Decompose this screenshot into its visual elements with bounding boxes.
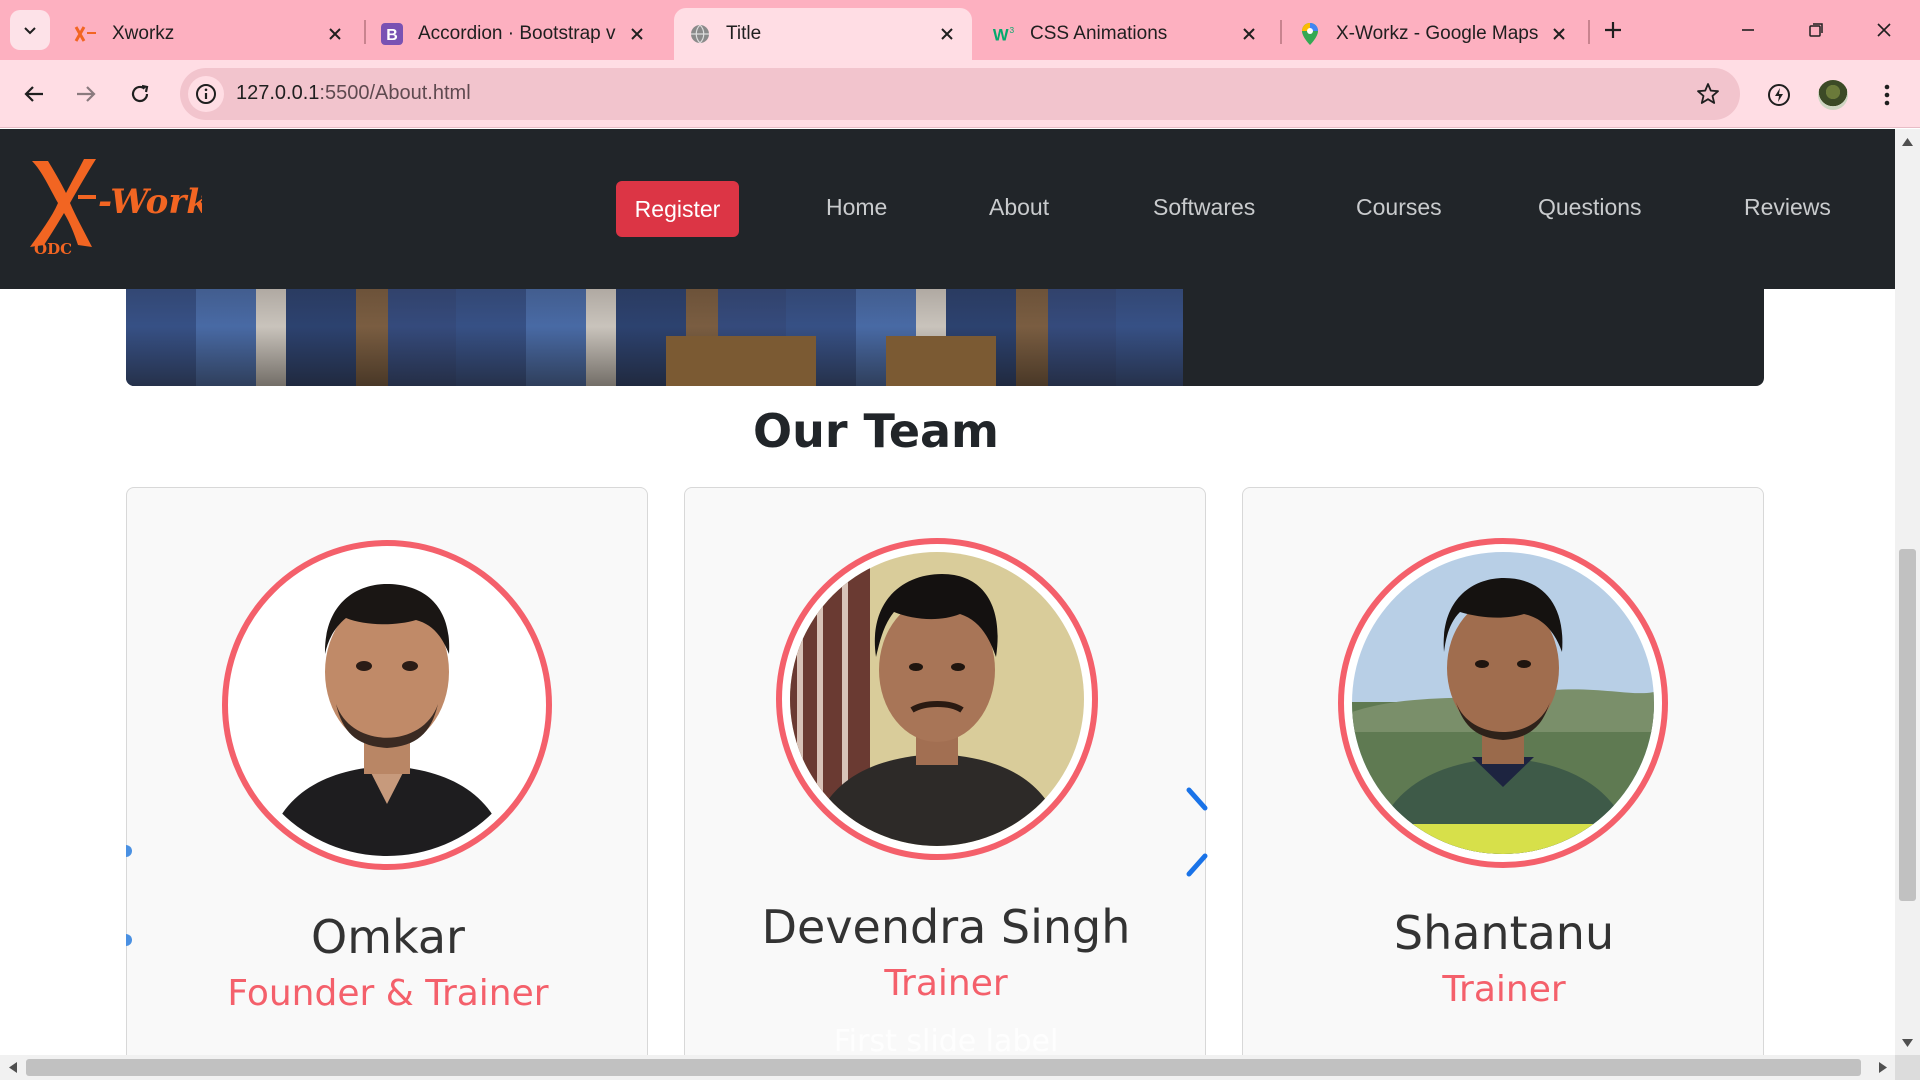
reload-icon [131,84,149,103]
url-path: :5500/About.html [319,82,471,104]
address-bar[interactable]: 127.0.0.1:5500/About.html [180,68,1740,120]
tab-bootstrap-accordion[interactable]: B Accordion · Bootstrap v5. [366,8,662,60]
performance-button[interactable] [1762,78,1796,112]
member-photo-frame [776,538,1098,860]
forward-button[interactable] [66,74,106,114]
member-photo-frame [1338,538,1668,868]
vertical-scroll-thumb[interactable] [1899,549,1916,901]
register-button[interactable]: Register [616,181,739,237]
scrollbar-corner [1895,1055,1920,1080]
vertical-scrollbar[interactable] [1895,129,1920,1055]
close-icon[interactable] [324,23,346,45]
horizontal-scrollbar[interactable] [0,1055,1895,1080]
carousel-next-icon[interactable] [1185,784,1209,880]
back-button[interactable] [14,74,54,114]
close-icon[interactable] [1238,23,1260,45]
member-photo-shantanu [1352,552,1654,854]
tab-css-animations[interactable]: W3 CSS Animations [978,8,1274,60]
tab-title: X-Workz - Google Maps [1336,23,1538,44]
nav-link-reviews[interactable]: Reviews [1744,194,1831,221]
bookmark-button[interactable] [1694,80,1722,108]
url-host: 127.0.0.1 [236,82,320,104]
section-heading-our-team: Our Team [753,404,999,458]
member-role: Trainer [884,963,1008,1004]
member-name: Omkar [311,910,465,964]
star-icon [1697,83,1719,104]
globe-icon [688,22,712,46]
restore-icon [1809,23,1823,37]
svg-text:B: B [386,27,398,44]
xworkz-logo[interactable]: -Workz ODC [22,151,230,261]
svg-text:3: 3 [1010,25,1015,35]
tab-title: Title [726,23,762,44]
nav-link-home[interactable]: Home [826,194,887,221]
member-role: Founder & Trainer [227,973,549,1014]
member-photo-frame [222,540,552,870]
member-name: Shantanu [1393,906,1615,960]
member-name: Devendra Singh [761,900,1131,954]
google-maps-favicon [1298,22,1322,46]
browser-toolbar: 127.0.0.1:5500/About.html [0,60,1920,128]
speed-icon [1768,84,1790,106]
tab-title: Xworkz [112,23,175,44]
tab-title: CSS Animations [1030,23,1168,44]
site-info-button[interactable] [188,76,224,112]
scroll-down-arrow-icon[interactable] [1901,1036,1914,1049]
team-card-omkar: Omkar Founder & Trainer [126,487,648,1055]
member-role: Trainer [1442,969,1566,1010]
close-icon [1877,23,1891,37]
close-icon[interactable] [1548,23,1570,45]
close-icon[interactable] [936,23,958,45]
nav-link-about[interactable]: About [989,194,1049,221]
xworkz-favicon [74,22,98,46]
tab-title-active[interactable]: Title [674,8,972,60]
scroll-left-arrow-icon[interactable] [6,1061,19,1074]
scroll-up-arrow-icon[interactable] [1901,135,1914,148]
svg-text:W: W [993,25,1009,44]
nav-link-softwares[interactable]: Softwares [1153,194,1255,221]
team-card-shantanu: Shantanu Trainer [1242,487,1764,1055]
avatar [1818,80,1848,110]
close-window-button[interactable] [1864,10,1904,50]
w3schools-favicon: W3 [992,22,1016,46]
new-tab-button[interactable] [1597,14,1629,46]
tab-separator [1280,20,1282,44]
member-photo-devendra [790,552,1084,846]
site-navbar: -Workz ODC Register Home About Softwares… [0,129,1895,289]
url-text[interactable]: 127.0.0.1:5500/About.html [236,82,471,105]
browser-tab-strip: Xworkz B Accordion · Bootstrap v5. Title… [0,0,1920,60]
profile-button[interactable] [1816,78,1850,112]
arrow-left-icon [24,86,43,102]
scroll-right-arrow-icon[interactable] [1876,1061,1889,1074]
member-photo-omkar [236,554,538,856]
plus-icon [1605,22,1621,38]
more-vert-icon [1884,84,1890,106]
carousel-caption: First slide label [833,1024,1059,1055]
tab-separator [1588,20,1590,44]
minimize-button[interactable] [1728,10,1768,50]
nav-link-questions[interactable]: Questions [1538,194,1642,221]
browser-menu-button[interactable] [1870,78,1904,112]
nav-link-courses[interactable]: Courses [1356,194,1442,221]
team-card-devendra-singh: Devendra Singh Trainer First slide label [684,487,1206,1055]
page-viewport: -Workz ODC Register Home About Softwares… [0,129,1895,1055]
tab-google-maps[interactable]: X-Workz - Google Maps [1284,8,1584,60]
chevron-down-icon [24,27,36,35]
logo-text: -Workz [98,182,202,222]
logo-subtext: ODC [34,240,72,258]
tab-title: Accordion · Bootstrap v5. [418,23,616,44]
bootstrap-favicon: B [380,22,404,46]
minimize-icon [1742,29,1754,31]
restore-button[interactable] [1796,10,1836,50]
tab-search-button[interactable] [10,10,50,50]
close-icon[interactable] [626,23,648,45]
tab-xworkz[interactable]: Xworkz [60,8,360,60]
reload-button[interactable] [120,74,160,114]
arrow-right-icon [77,86,96,102]
horizontal-scroll-thumb[interactable] [26,1059,1861,1076]
info-icon [196,84,216,104]
